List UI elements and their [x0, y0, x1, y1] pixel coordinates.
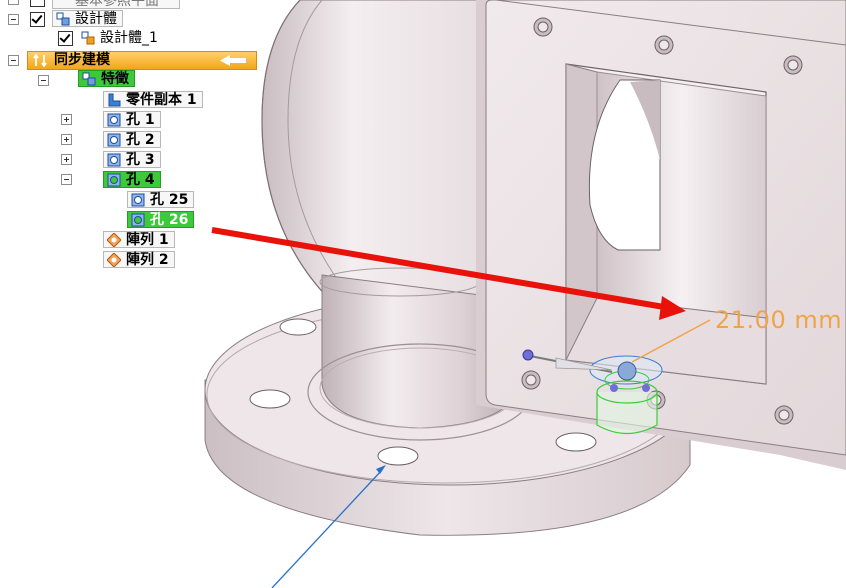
checkbox-icon[interactable]	[30, 0, 45, 7]
hole-icon	[107, 153, 121, 167]
hole-4-label: 孔 4	[126, 172, 155, 188]
tree-item-hole-2[interactable]: 孔 2	[103, 131, 161, 148]
hole-icon	[107, 133, 121, 147]
flange-hole	[377, 446, 419, 466]
design-body-1-label: 設計體_1	[100, 30, 158, 46]
expand-icon[interactable]	[61, 134, 72, 145]
collapse-icon[interactable]	[61, 174, 72, 185]
flange-hole	[555, 432, 597, 452]
feature-icon	[82, 72, 96, 86]
pathfinder-tree: 基本參照平面 設計體 設計體_1 同步建模 特徵 零件副本 1 孔 1 孔 2	[0, 0, 270, 280]
hole-25-label: 孔 25	[150, 192, 189, 208]
features-label: 特徵	[101, 71, 129, 87]
collapse-icon[interactable]	[8, 14, 19, 25]
dimension-value[interactable]: 21.00 mm	[715, 306, 842, 334]
hole-icon	[107, 113, 121, 127]
tree-item-design-body[interactable]: 設計體	[52, 10, 123, 27]
tree-item-pattern-1[interactable]: 陣列 1	[103, 231, 175, 248]
design-body-label: 設計體	[75, 11, 117, 27]
part-copy-icon	[108, 93, 121, 107]
design-body-icon	[81, 31, 95, 45]
pattern-1-label: 陣列 1	[126, 232, 169, 248]
hole-icon	[131, 213, 145, 227]
arrow-left-icon	[220, 55, 246, 66]
collapse-icon[interactable]	[38, 75, 49, 86]
hole-3-label: 孔 3	[126, 152, 155, 168]
sync-modeling-icon	[33, 54, 47, 67]
pattern-icon	[107, 233, 121, 247]
row0-label: 基本參照平面	[75, 0, 159, 9]
tree-item-base-planes[interactable]: 基本參照平面	[52, 0, 180, 9]
tree-item-hole-25[interactable]: 孔 25	[127, 191, 195, 208]
pattern-2-label: 陣列 2	[126, 252, 169, 268]
expand-icon[interactable]	[61, 154, 72, 165]
hole-26-label: 孔 26	[150, 212, 189, 228]
tree-item-hole-26[interactable]: 孔 26	[127, 211, 195, 228]
collapse-icon[interactable]	[8, 0, 19, 5]
collapse-icon[interactable]	[8, 55, 19, 66]
tree-item-hole-3[interactable]: 孔 3	[103, 151, 161, 168]
tree-item-design-body-1[interactable]: 設計體_1	[78, 30, 163, 47]
sync-modeling-header[interactable]: 同步建模	[27, 51, 257, 70]
hole-1-label: 孔 1	[126, 112, 155, 128]
part-copy-label: 零件副本 1	[126, 92, 197, 108]
checkbox-icon[interactable]	[30, 12, 45, 27]
flange-hole	[279, 318, 317, 336]
tree-item-features[interactable]: 特徵	[78, 70, 135, 87]
sync-modeling-label: 同步建模	[54, 52, 110, 68]
design-body-icon	[56, 12, 70, 26]
flange-hole	[249, 389, 291, 409]
tree-item-hole-1[interactable]: 孔 1	[103, 111, 161, 128]
hole-icon	[131, 193, 145, 207]
tree-item-pattern-2[interactable]: 陣列 2	[103, 251, 175, 268]
hole-2-label: 孔 2	[126, 132, 155, 148]
hole-icon	[107, 173, 121, 187]
tree-item-part-copy[interactable]: 零件副本 1	[103, 91, 203, 108]
tree-item-hole-4[interactable]: 孔 4	[103, 171, 161, 188]
checkbox-icon[interactable]	[58, 31, 73, 46]
pattern-icon	[107, 253, 121, 267]
expand-icon[interactable]	[61, 114, 72, 125]
